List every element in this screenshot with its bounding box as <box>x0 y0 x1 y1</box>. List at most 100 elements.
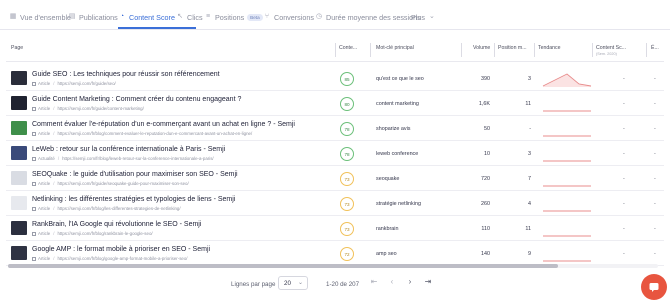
page-meta: Article / https://semji.com/fr/blog/commen… <box>32 131 252 136</box>
search-volume: 50 <box>484 126 490 132</box>
header-content-score-sem[interactable]: Content Sc... (Sem. 2020) <box>596 45 626 56</box>
column-divider[interactable] <box>534 43 535 57</box>
page-thumbnail <box>11 246 27 260</box>
average-position: 7 <box>528 176 531 182</box>
table-row[interactable]: RankBrain, l'IA Google qui révolutionne … <box>6 218 664 241</box>
column-divider[interactable] <box>646 43 647 57</box>
tab-positions[interactable]: ≡ Positions Beta <box>204 9 263 25</box>
document-icon <box>32 106 36 111</box>
first-page-button[interactable]: ⇤ <box>369 277 379 287</box>
search-volume: 140 <box>481 251 490 257</box>
page-title-link[interactable]: LeWeb : retour sur la conférence interna… <box>32 146 225 153</box>
column-divider[interactable] <box>592 43 593 57</box>
column-divider[interactable] <box>370 43 371 57</box>
content-score-icon: ◔ <box>119 13 125 20</box>
document-icon <box>32 81 36 86</box>
last-column-value: - <box>654 226 656 232</box>
table-row[interactable]: Google AMP : le format mobile à priorise… <box>6 243 664 266</box>
last-column-value: - <box>654 251 656 257</box>
separator: / <box>53 106 55 111</box>
page-meta: Actualité / https://semji.com/fr/blog/lewe… <box>32 156 214 161</box>
header-keyword[interactable]: Mot-clé principal <box>376 45 414 51</box>
table-row[interactable]: Guide SEO : Les techniques pour réussir … <box>6 68 664 91</box>
table-row[interactable]: SEOQuake : le guide d'utilisation pour m… <box>6 168 664 191</box>
table-row[interactable]: Guide Content Marketing : Comment créer … <box>6 93 664 116</box>
table-row[interactable]: Comment évaluer l'e-réputation d'un e-co… <box>6 118 664 141</box>
page-thumbnail <box>11 96 27 110</box>
page-meta: Article / https://semji.com/fr/guide/conte… <box>32 106 144 111</box>
column-divider[interactable] <box>461 43 462 57</box>
content-score-previous: - <box>623 151 625 157</box>
horizontal-scrollbar-thumb[interactable] <box>8 264 558 268</box>
clock-icon: ◷ <box>315 13 323 20</box>
page-title-link[interactable]: RankBrain, l'IA Google qui révolutionne … <box>32 221 201 228</box>
page-url[interactable]: https://semji.com/fr/blog/comment-evalue… <box>57 131 252 136</box>
rows-per-page-select[interactable]: 20 ⌄ <box>278 276 308 290</box>
publications-icon: ▤ <box>68 13 76 20</box>
tab-clics[interactable]: ↖ Clics <box>176 9 203 25</box>
header-volume[interactable]: Volume <box>473 45 490 51</box>
last-column-value: - <box>654 101 656 107</box>
last-column-value: - <box>654 151 656 157</box>
page-url[interactable]: https://semji.com/fr/guide/seoquake-guid… <box>57 181 188 186</box>
document-icon <box>32 206 36 211</box>
content-score-badge: 73 <box>340 197 354 211</box>
content-score-badge: 72 <box>340 247 354 261</box>
content-score-previous: - <box>623 176 625 182</box>
page-url[interactable]: https://semji.com/fr/blog/rankbrain-le-g… <box>57 231 152 236</box>
last-column-value: - <box>654 76 656 82</box>
search-volume: 10 <box>484 151 490 157</box>
column-divider[interactable] <box>335 43 336 57</box>
content-score-badge: 78 <box>340 147 354 161</box>
previous-page-button[interactable]: ‹ <box>387 277 397 287</box>
page-title-link[interactable]: Guide Content Marketing : Comment créer … <box>32 96 241 103</box>
page-url[interactable]: https://semji.com/fr/blog/leweb-retour-s… <box>62 156 214 161</box>
header-trend[interactable]: Tendance <box>538 45 561 51</box>
main-keyword: amp seo <box>376 251 397 257</box>
search-volume: 390 <box>481 76 490 82</box>
positions-icon: ≡ <box>205 13 211 20</box>
search-volume: 260 <box>481 201 490 207</box>
clicks-icon: ↖ <box>177 13 183 20</box>
page-title-link[interactable]: Guide SEO : Les techniques pour réussir … <box>32 71 220 78</box>
content-type: Article <box>38 256 51 261</box>
page-url[interactable]: https://semji.com/fr/blog/les-differente… <box>57 206 180 211</box>
chat-button[interactable] <box>641 274 667 300</box>
page-thumbnail <box>11 146 27 160</box>
content-type: Article <box>38 206 51 211</box>
tab-content-score[interactable]: ◔ Content Score <box>118 9 175 25</box>
page-url[interactable]: https://semji.com/fr/guide/content-marke… <box>57 106 143 111</box>
tab-overview[interactable]: ▦ Vue d'ensemble <box>9 9 71 25</box>
table-row[interactable]: Netlinking : les différentes stratégies … <box>6 193 664 216</box>
content-score-badge: 80 <box>340 97 354 111</box>
column-divider[interactable] <box>494 43 495 57</box>
beta-badge: Beta <box>247 13 263 21</box>
last-column-value: - <box>654 176 656 182</box>
page-title-link[interactable]: SEOQuake : le guide d'utilisation pour m… <box>32 171 238 178</box>
page-url[interactable]: https://semji.com/fr/guide/seo/ <box>57 81 115 86</box>
page-url[interactable]: https://semji.com/fr/blog/google-amp-for… <box>57 256 187 261</box>
content-type: Article <box>38 81 51 86</box>
page-title-link[interactable]: Google AMP : le format mobile à priorise… <box>32 246 210 253</box>
header-page[interactable]: Page <box>11 45 23 51</box>
header-last[interactable]: É... <box>651 45 659 51</box>
separator: / <box>53 206 55 211</box>
page-title-link[interactable]: Netlinking : les différentes stratégies … <box>32 196 235 203</box>
next-page-button[interactable]: › <box>405 277 415 287</box>
search-volume: 720 <box>481 176 490 182</box>
page-meta: Article / https://semji.com/fr/guide/seo/ <box>32 81 116 86</box>
main-keyword: rankbrain <box>376 226 399 232</box>
trend-sparkline <box>543 235 591 237</box>
header-content-score[interactable]: Conte... <box>339 45 357 51</box>
tab-publications[interactable]: ▤ Publications <box>68 9 118 25</box>
header-position[interactable]: Position m... <box>498 45 527 51</box>
separator: / <box>53 256 55 261</box>
page-title-link[interactable]: Comment évaluer l'e-réputation d'un e-co… <box>32 121 295 128</box>
page-thumbnail <box>11 121 27 135</box>
table-row[interactable]: LeWeb : retour sur la conférence interna… <box>6 143 664 166</box>
page-meta: Article / https://semji.com/fr/blog/rankbr… <box>32 231 153 236</box>
tab-average-session-duration[interactable]: ◷ Durée moyenne des sessions <box>315 9 421 25</box>
last-page-button[interactable]: ⇥ <box>423 277 433 287</box>
tab-conversions[interactable]: ⑂ Conversions <box>263 9 314 25</box>
tab-more[interactable]: Plus ⌄ <box>411 9 439 25</box>
